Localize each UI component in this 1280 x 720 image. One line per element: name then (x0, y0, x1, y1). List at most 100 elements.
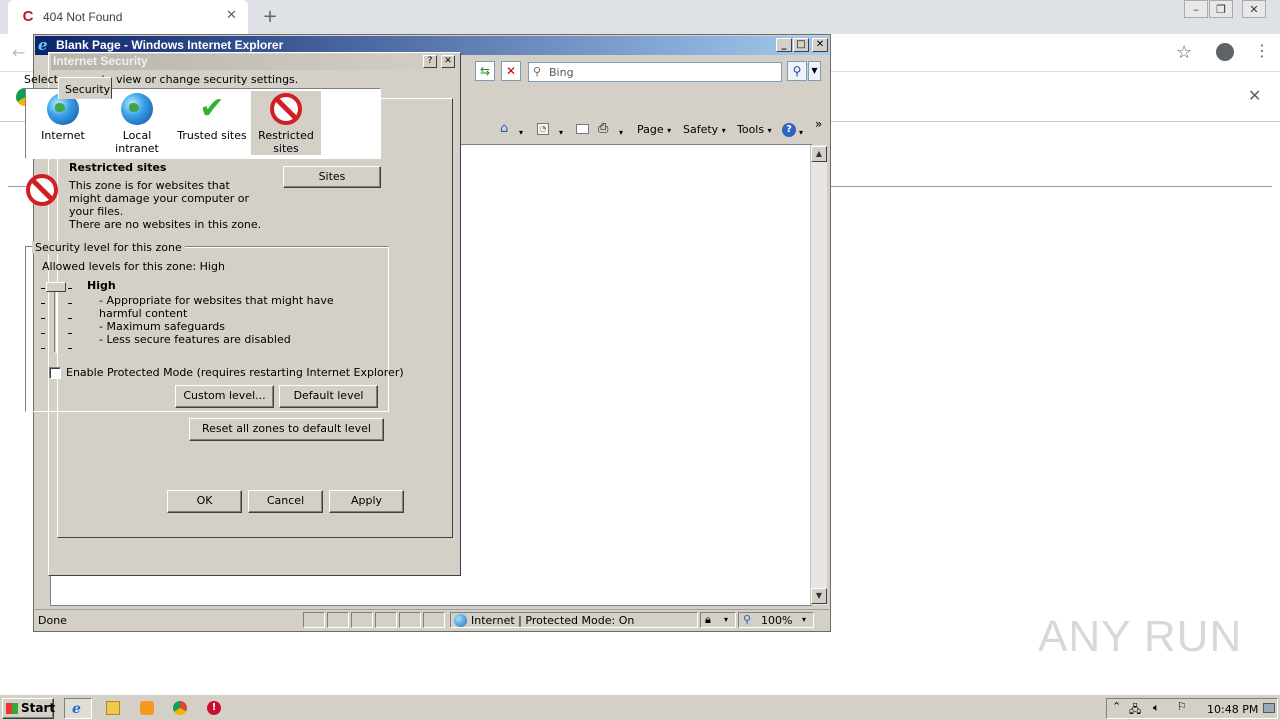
default-level-button[interactable]: Default level (279, 385, 378, 408)
search-button[interactable]: ⚲ (787, 61, 807, 81)
taskbar-explorer[interactable] (99, 698, 127, 719)
slider-tick (68, 303, 72, 304)
home-dropdown-icon[interactable]: ▾ (519, 128, 523, 137)
chrome-tab[interactable]: C 404 Not Found ✕ (8, 0, 248, 34)
custom-level-button[interactable]: Custom level... (175, 385, 274, 408)
close-button[interactable]: ✕ (1242, 0, 1266, 18)
protected-mode-checkbox[interactable] (49, 367, 61, 379)
status-cell (423, 612, 445, 628)
zone-no-sites-text: There are no websites in this zone. (69, 218, 262, 231)
page-menu[interactable]: Page ▾ (637, 123, 671, 136)
chevron-down-icon: ▾ (767, 126, 772, 135)
ie-window-title: Blank Page - Windows Internet Explorer (56, 38, 284, 52)
tools-menu[interactable]: Tools ▾ (737, 123, 772, 136)
chrome-logo-icon (173, 701, 187, 715)
zone-label: Trusted sites (177, 129, 247, 142)
cancel-button[interactable]: Cancel (248, 490, 323, 513)
security-zone-status[interactable]: Internet | Protected Mode: On (450, 612, 698, 628)
zone-status-text: Internet | Protected Mode: On (471, 614, 635, 627)
dialog-close-button[interactable]: ✕ (441, 55, 455, 68)
protected-mode-label[interactable]: Enable Protected Mode (requires restarti… (66, 366, 404, 379)
slider-tick (41, 303, 45, 304)
search-input[interactable]: ⚲ Bing (528, 62, 782, 82)
ie-minimize-button[interactable]: _ (776, 38, 792, 52)
dialog-titlebar: Internet Security ? ✕ (51, 54, 458, 70)
anyrun-watermark: ANY RUN (1038, 612, 1243, 661)
zone-detail-title: Restricted sites (69, 161, 167, 174)
feeds-icon[interactable]: ◔ (537, 123, 549, 135)
chrome-tab-title: 404 Not Found (43, 10, 123, 24)
zoom-icon: ⚲ (743, 613, 752, 626)
level-bullet: - Maximum safeguards (99, 320, 226, 333)
start-button[interactable]: Start (2, 698, 55, 719)
safety-menu[interactable]: Safety ▾ (683, 123, 726, 136)
zoom-button[interactable]: ⚲ 100% ▾ (738, 612, 814, 628)
ie-status-bar: Done Internet | Protected Mode: On 🔒︎ ▾ … (35, 609, 829, 629)
minimize-button[interactable]: – (1184, 0, 1208, 18)
folder-icon (106, 701, 120, 715)
zone-restricted-sites[interactable]: Restricted sites (251, 91, 321, 155)
dialog-help-button[interactable]: ? (423, 55, 437, 68)
network-icon[interactable]: 🖧︎ (1129, 701, 1141, 720)
taskbar-app[interactable]: ! (200, 698, 228, 719)
allowed-levels-text: Allowed levels for this zone: High (42, 260, 225, 273)
feeds-dropdown-icon[interactable]: ▾ (559, 128, 563, 137)
tab-security-label: Security (65, 83, 111, 96)
infobar-close-icon[interactable]: ✕ (1248, 86, 1261, 105)
new-tab-icon[interactable]: + (260, 6, 280, 27)
help-icon[interactable]: ? (782, 123, 796, 137)
action-center-flag-icon[interactable]: ⚐ (1177, 700, 1187, 713)
zone-trusted-sites[interactable]: ✔ Trusted sites (177, 91, 247, 155)
search-options-dropdown[interactable]: ▼ (808, 61, 821, 81)
security-level-slider-track[interactable] (54, 283, 57, 353)
security-level-slider-thumb[interactable] (46, 282, 66, 292)
reset-all-zones-button[interactable]: Reset all zones to default level (189, 418, 384, 441)
status-cell (351, 612, 373, 628)
taskbar-ie[interactable]: e (64, 698, 92, 719)
zone-internet[interactable]: Internet (28, 91, 98, 155)
back-arrow-icon[interactable]: ← (12, 43, 25, 62)
apply-button[interactable]: Apply (329, 490, 404, 513)
taskbar-chrome[interactable] (166, 698, 194, 719)
ie-close-button[interactable]: ✕ (812, 38, 828, 52)
slider-tick (41, 288, 45, 289)
zone-local-intranet[interactable]: Local intranet (102, 91, 172, 155)
restricted-icon (270, 93, 302, 125)
taskbar-media-player[interactable] (133, 698, 161, 719)
lock-icon: 🔒︎ (705, 613, 711, 626)
alert-app-icon: ! (207, 701, 221, 715)
refresh-icon[interactable]: ⇆ (475, 61, 495, 81)
windows-logo-icon (6, 703, 18, 714)
tab-security[interactable]: Security (58, 77, 112, 99)
help-dropdown-icon[interactable]: ▾ (799, 128, 803, 137)
close-tab-icon[interactable]: ✕ (226, 8, 237, 23)
status-cell (375, 612, 397, 628)
chrome-tab-bar: C 404 Not Found ✕ + – ❐ ✕ (0, 0, 1280, 34)
vertical-scrollbar[interactable]: ▲ ▼ (810, 145, 827, 605)
network-globe-icon (121, 93, 153, 125)
profile-icon[interactable] (1216, 43, 1234, 61)
scroll-down-icon[interactable]: ▼ (811, 588, 827, 604)
clock[interactable]: 10:48 PM (1207, 703, 1258, 716)
print-icon[interactable]: ⎙ (598, 121, 608, 136)
restore-button[interactable]: ❐ (1209, 0, 1233, 18)
protected-mode-button[interactable]: 🔒︎ ▾ (700, 612, 736, 628)
sites-button[interactable]: Sites (283, 166, 381, 188)
ie-maximize-button[interactable]: □ (793, 38, 809, 52)
ok-button[interactable]: OK (167, 490, 242, 513)
volume-icon[interactable]: 🔈︎ (1153, 701, 1160, 715)
show-desktop-icon[interactable] (1263, 703, 1275, 713)
stop-icon[interactable]: ✕ (501, 61, 521, 81)
menu-icon[interactable]: ⋮ (1254, 41, 1270, 60)
taskbar: Start e ! ⌃ 🖧︎ 🔈︎ ⚐ 10:48 PM (0, 694, 1280, 720)
restricted-icon (26, 174, 58, 206)
scroll-up-icon[interactable]: ▲ (811, 146, 827, 162)
show-hidden-icons-icon[interactable]: ⌃ (1112, 700, 1121, 713)
print-dropdown-icon[interactable]: ▾ (619, 128, 623, 137)
chevron-more-icon[interactable]: » (815, 117, 822, 131)
bookmark-star-icon[interactable]: ☆ (1176, 42, 1192, 63)
comodo-icon: C (22, 8, 34, 25)
home-icon[interactable]: ⌂ (500, 121, 508, 136)
slider-tick (41, 333, 45, 334)
mail-icon[interactable] (576, 124, 589, 134)
